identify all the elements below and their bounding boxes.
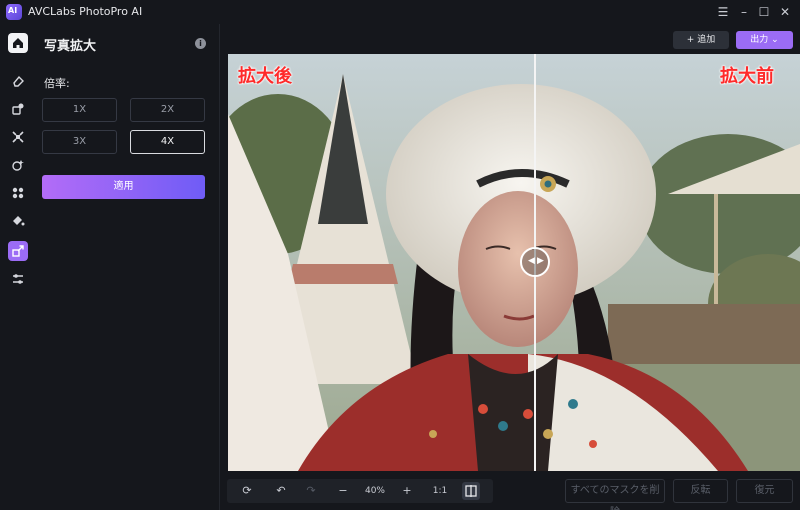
home-icon[interactable]: [8, 33, 28, 53]
scale-option-1x[interactable]: 1X: [42, 98, 117, 122]
close-icon[interactable]: ✕: [776, 3, 794, 21]
menu-icon[interactable]: ☰: [714, 3, 732, 21]
clear-masks-button[interactable]: すべてのマスクを削除: [565, 479, 665, 510]
zoom-value: 40%: [364, 486, 385, 496]
view-toolbar: ⟳ ↶ ↷ − 40% + 1:1: [227, 479, 493, 503]
label-before: 拡大前: [720, 66, 774, 87]
tool-rail: [0, 24, 36, 510]
main-area: + 追加 出力 ⌄ ◀ ▶ 拡大後 拡大前 ⟳ ↶ ↷ − 40% + 1:1 …: [220, 24, 800, 510]
face-magic-icon[interactable]: [8, 155, 28, 175]
scale-label: 倍率:: [44, 77, 70, 90]
redo-icon[interactable]: ↷: [299, 479, 323, 503]
app-title: AVCLabs PhotoPro AI: [28, 5, 143, 18]
sliders-icon[interactable]: [8, 269, 28, 289]
chevron-down-icon: ⌄: [771, 35, 779, 45]
maximize-icon[interactable]: ☐: [755, 3, 773, 21]
arrow-right-icon: ▶: [537, 256, 544, 266]
upscale-icon[interactable]: [8, 241, 28, 261]
scale-option-4x[interactable]: 4X: [130, 130, 205, 154]
export-label: 出力: [750, 35, 769, 45]
photo-canvas[interactable]: ◀ ▶ 拡大後 拡大前: [228, 54, 800, 471]
actual-size-button[interactable]: 1:1: [427, 479, 453, 503]
restore-button[interactable]: 復元: [736, 479, 793, 503]
zoom-in-button[interactable]: +: [397, 479, 417, 503]
minimize-icon[interactable]: –: [735, 3, 753, 21]
compare-handle[interactable]: ◀ ▶: [520, 247, 550, 277]
apply-button[interactable]: 適用: [42, 175, 205, 199]
arrow-left-icon: ◀: [528, 256, 535, 266]
invert-button[interactable]: 反転: [673, 479, 728, 503]
app-logo: AI: [6, 4, 22, 20]
expand-icon[interactable]: [8, 127, 28, 147]
split-compare-icon[interactable]: [462, 482, 480, 500]
zoom-out-button[interactable]: −: [333, 479, 353, 503]
export-button[interactable]: 出力 ⌄: [736, 31, 793, 49]
undo-icon[interactable]: ↶: [269, 479, 293, 503]
label-after: 拡大後: [238, 66, 292, 87]
reset-icon[interactable]: ⟳: [235, 479, 259, 503]
replace-icon[interactable]: [8, 99, 28, 119]
add-button[interactable]: + 追加: [673, 31, 729, 49]
info-icon[interactable]: i: [195, 38, 206, 49]
upscale-panel: 写真拡大 i 倍率: 1X 2X 3X 4X 適用: [36, 24, 220, 510]
photo-preview: [228, 54, 800, 471]
background-icon[interactable]: [8, 183, 28, 203]
scale-option-2x[interactable]: 2X: [130, 98, 205, 122]
scale-option-3x[interactable]: 3X: [42, 130, 117, 154]
panel-title: 写真拡大: [44, 39, 97, 54]
eraser-icon[interactable]: [8, 71, 28, 91]
paint-bucket-icon[interactable]: [8, 211, 28, 231]
title-bar: AI AVCLabs PhotoPro AI ☰ – ☐ ✕: [0, 0, 800, 24]
